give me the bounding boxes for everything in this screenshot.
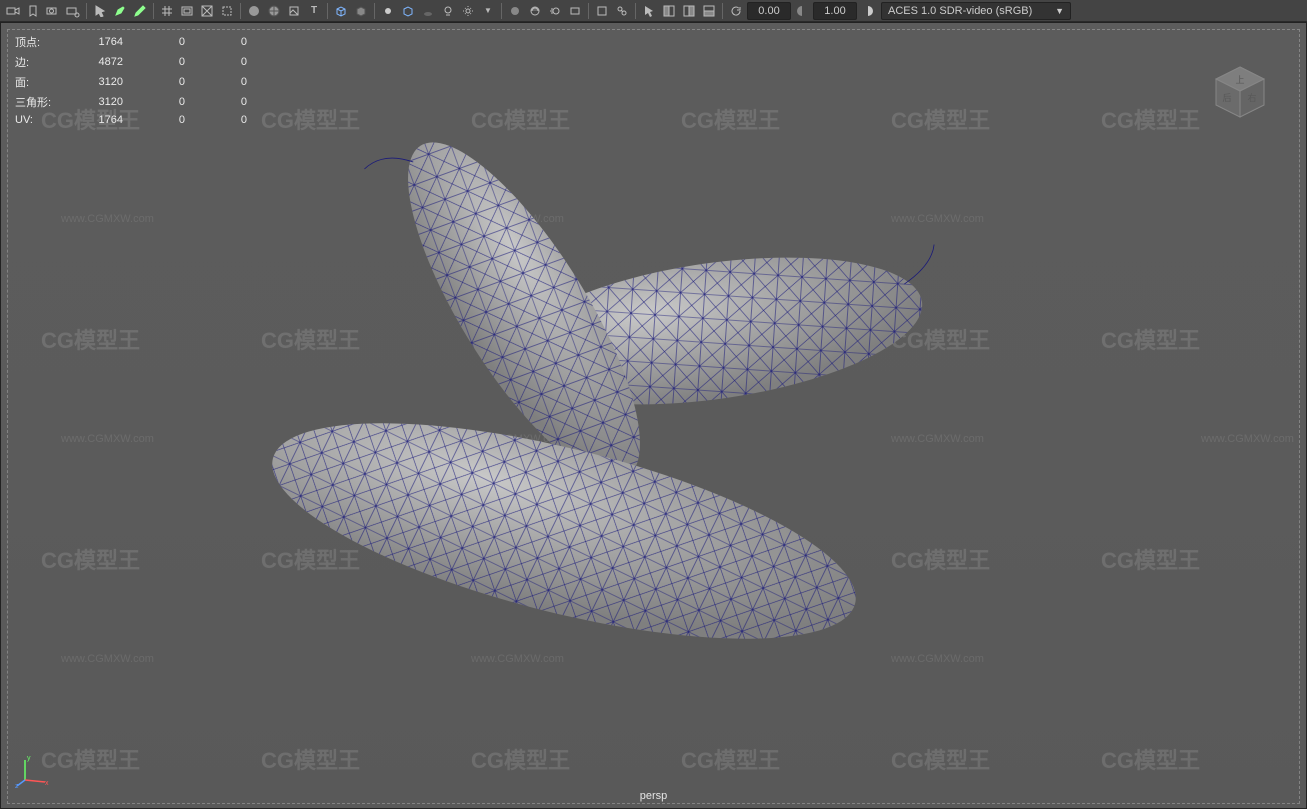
region-icon[interactable] <box>218 2 236 20</box>
isolate-icon[interactable] <box>506 2 524 20</box>
selection-marquee <box>7 29 1300 804</box>
grid-icon[interactable] <box>158 2 176 20</box>
polycount-hud: 顶点:176400 边:487200 面:312000 三角形:312000 U… <box>13 31 249 129</box>
camera-settings-icon[interactable] <box>64 2 82 20</box>
xray-joints-icon[interactable] <box>613 2 631 20</box>
dof-icon[interactable] <box>566 2 584 20</box>
pencil-icon[interactable] <box>131 2 149 20</box>
gate-mask-icon[interactable] <box>198 2 216 20</box>
viewcube[interactable]: 上 右 后 <box>1210 61 1270 121</box>
shadow-icon[interactable] <box>419 2 437 20</box>
light-cube-icon[interactable] <box>399 2 417 20</box>
gamma-icon-b[interactable] <box>859 2 877 20</box>
svg-text:z: z <box>15 783 19 788</box>
toolbar-separator <box>327 3 328 19</box>
toolbar-separator <box>588 3 589 19</box>
hud-row: 三角形:312000 <box>15 93 247 111</box>
svg-text:后: 后 <box>1222 93 1231 103</box>
brush-icon[interactable] <box>111 2 129 20</box>
camera-list-icon[interactable] <box>4 2 22 20</box>
shaded-icon[interactable] <box>245 2 263 20</box>
viewport-toolbar: T ▼ 0.00 1.00 ACES 1.0 SDR-video (sRGB) … <box>0 0 1307 22</box>
axis-gizmo[interactable]: y x z <box>15 752 51 788</box>
toolbar-separator <box>153 3 154 19</box>
camera-name-label: persp <box>640 790 668 802</box>
panel-c-icon[interactable] <box>700 2 718 20</box>
chevron-down-icon[interactable]: ▼ <box>479 2 497 20</box>
toolbar-separator <box>501 3 502 19</box>
hud-row: UV:176400 <box>15 113 247 127</box>
watermark-layer: CG模型王 CG模型王 CG模型王 CG模型王 CG模型王 CG模型王 www.… <box>1 23 1306 808</box>
colorspace-label: ACES 1.0 SDR-video (sRGB) <box>888 5 1032 17</box>
camera-icon[interactable] <box>44 2 62 20</box>
text-icon[interactable]: T <box>305 2 323 20</box>
wireframe-model <box>204 131 1104 731</box>
svg-text:右: 右 <box>1247 92 1256 103</box>
toolbar-separator <box>86 3 87 19</box>
wireframe-shaded-icon[interactable] <box>265 2 283 20</box>
exposure-field[interactable]: 0.00 <box>747 2 791 20</box>
light-toggle-icon[interactable] <box>439 2 457 20</box>
hud-row: 边:487200 <box>15 53 247 71</box>
toolbar-separator <box>635 3 636 19</box>
hud-row: 顶点:176400 <box>15 33 247 51</box>
textured-icon[interactable] <box>285 2 303 20</box>
hud-row: 面:312000 <box>15 73 247 91</box>
select-icon[interactable] <box>91 2 109 20</box>
colorspace-dropdown[interactable]: ACES 1.0 SDR-video (sRGB) ▼ <box>881 2 1071 20</box>
gamma-icon-a[interactable] <box>793 2 811 20</box>
svg-text:上: 上 <box>1235 75 1244 85</box>
ao-icon[interactable] <box>526 2 544 20</box>
refresh-icon[interactable] <box>727 2 745 20</box>
motion-blur-icon[interactable] <box>546 2 564 20</box>
cube-wire-icon[interactable] <box>332 2 350 20</box>
sun-icon[interactable] <box>459 2 477 20</box>
toolbar-separator <box>722 3 723 19</box>
gamma-field[interactable]: 1.00 <box>813 2 857 20</box>
chevron-down-icon: ▼ <box>1055 6 1064 16</box>
panel-b-icon[interactable] <box>680 2 698 20</box>
cube-solid-icon[interactable] <box>352 2 370 20</box>
arrow-pointer-icon[interactable] <box>640 2 658 20</box>
svg-text:x: x <box>45 780 49 787</box>
toolbar-separator <box>374 3 375 19</box>
bookmark-icon[interactable] <box>24 2 42 20</box>
film-gate-icon[interactable] <box>178 2 196 20</box>
svg-text:y: y <box>27 755 31 762</box>
viewport-panel[interactable]: CG模型王 CG模型王 CG模型王 CG模型王 CG模型王 CG模型王 www.… <box>0 22 1307 809</box>
toolbar-separator <box>240 3 241 19</box>
panel-a-icon[interactable] <box>660 2 678 20</box>
xray-icon[interactable] <box>593 2 611 20</box>
light-icon[interactable] <box>379 2 397 20</box>
